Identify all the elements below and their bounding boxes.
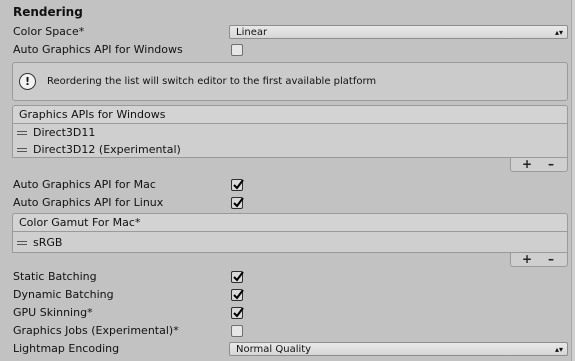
remove-button[interactable]: – — [548, 253, 554, 265]
auto-api-linux-checkbox[interactable] — [231, 197, 244, 209]
list-item-label: Direct3D12 (Experimental) — [33, 143, 181, 156]
checkmark-icon — [233, 307, 244, 318]
graphics-apis-windows-list: Direct3D11 Direct3D12 (Experimental) — [12, 123, 568, 158]
checkmark-icon — [233, 179, 244, 190]
color-space-label: Color Space* — [13, 25, 85, 38]
auto-api-mac-checkbox[interactable] — [231, 179, 244, 191]
dynamic-batching-label: Dynamic Batching — [13, 288, 114, 301]
static-batching-label: Static Batching — [13, 270, 97, 283]
checkmark-icon — [233, 289, 244, 300]
list-item[interactable]: Direct3D11 — [13, 124, 567, 141]
scrollbar[interactable] — [571, 0, 575, 361]
dropdown-arrow-icon: ▴▾ — [554, 345, 563, 354]
graphics-apis-windows-header: Graphics APIs for Windows — [12, 105, 568, 123]
remove-button[interactable]: – — [548, 158, 554, 170]
add-button[interactable]: + — [522, 253, 532, 265]
checkmark-icon — [233, 197, 244, 208]
lightmap-encoding-label: Lightmap Encoding — [13, 342, 120, 355]
gpu-skinning-label: GPU Skinning* — [13, 306, 93, 319]
dynamic-batching-checkbox[interactable] — [231, 289, 244, 301]
lightmap-encoding-dropdown[interactable]: Normal Quality ▴▾ — [229, 342, 568, 356]
help-box: ! Reordering the list will switch editor… — [12, 62, 568, 101]
list-item[interactable]: sRGB — [13, 234, 567, 251]
drag-handle-icon[interactable] — [17, 241, 27, 245]
list-item-label: Direct3D11 — [33, 126, 96, 139]
graphics-apis-windows-footer: + – — [510, 158, 568, 172]
help-text: Reordering the list will switch editor t… — [47, 76, 377, 87]
checkmark-icon — [233, 271, 244, 282]
static-batching-checkbox[interactable] — [231, 271, 244, 283]
dropdown-arrow-icon: ▴▾ — [554, 28, 563, 37]
section-title-rendering: Rendering — [13, 5, 83, 19]
auto-api-linux-label: Auto Graphics API for Linux — [13, 196, 164, 209]
add-button[interactable]: + — [522, 158, 532, 170]
auto-api-mac-label: Auto Graphics API for Mac — [13, 178, 156, 191]
list-item-label: sRGB — [33, 236, 63, 249]
color-gamut-mac-header: Color Gamut For Mac* — [12, 213, 568, 231]
color-gamut-mac-footer: + – — [510, 253, 568, 267]
auto-api-windows-checkbox[interactable] — [231, 44, 243, 56]
auto-api-windows-label: Auto Graphics API for Windows — [13, 43, 183, 56]
gpu-skinning-checkbox[interactable] — [231, 307, 244, 319]
drag-handle-icon[interactable] — [17, 131, 27, 135]
color-space-dropdown[interactable]: Linear ▴▾ — [229, 25, 568, 39]
color-space-value: Linear — [236, 27, 268, 38]
color-gamut-mac-list: sRGB — [12, 231, 568, 253]
graphics-jobs-label: Graphics Jobs (Experimental)* — [13, 324, 179, 337]
warning-icon: ! — [19, 73, 36, 90]
graphics-jobs-checkbox[interactable] — [231, 325, 243, 337]
lightmap-encoding-value: Normal Quality — [236, 344, 312, 355]
drag-handle-icon[interactable] — [17, 148, 27, 152]
list-item[interactable]: Direct3D12 (Experimental) — [13, 141, 567, 158]
